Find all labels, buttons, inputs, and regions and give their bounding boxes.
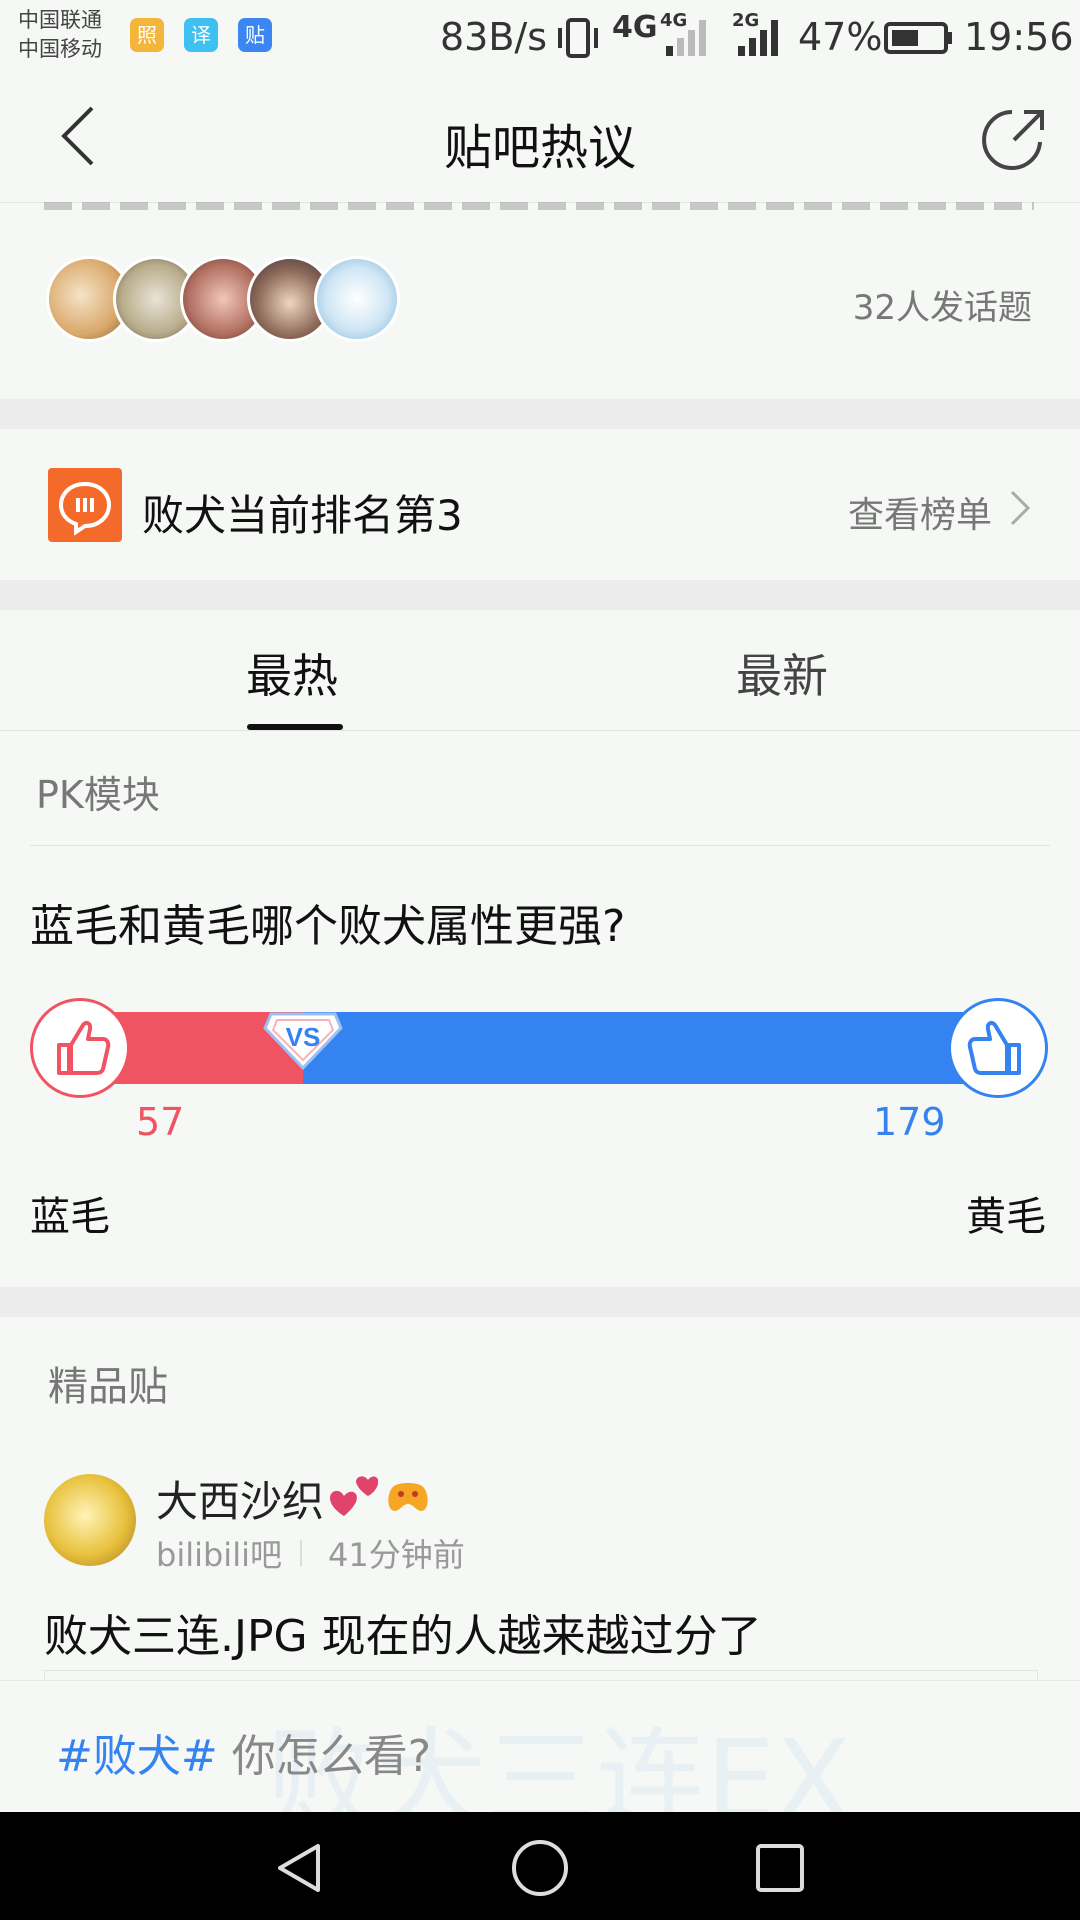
vs-text: VS (286, 1022, 321, 1052)
page-title: 贴吧热议 (443, 120, 636, 176)
battery-icon (884, 22, 952, 54)
rank-chat-icon (48, 468, 122, 542)
pk-question: 蓝毛和黄毛哪个败犬属性更强? (30, 901, 626, 952)
gallery-app-icon: 照 (130, 18, 164, 52)
post-time: 41分钟前 (328, 1536, 465, 1574)
post-title[interactable]: 败犬三连.JPG 现在的人越来越过分了 (44, 1600, 762, 1664)
divider (0, 399, 1080, 429)
pk-section (0, 731, 1080, 1287)
thumbs-up-icon (967, 1020, 1021, 1075)
tieba-app-icon: 贴 (238, 18, 272, 52)
participants-count: 32人发话题 (852, 288, 1032, 328)
vote-right-button[interactable] (948, 998, 1048, 1098)
view-rank-link[interactable]: 查看榜单 (848, 486, 992, 538)
divider (300, 1540, 302, 1566)
featured-section-title: 精品贴 (48, 1364, 168, 1410)
post-author-name[interactable]: 大西沙织 (156, 1468, 324, 1529)
carrier-labels: 中国联通 中国移动 (18, 6, 102, 64)
rank-text: 败犬当前排名第3 (142, 491, 463, 540)
comment-prompt[interactable]: #败犬# 你怎么看? (56, 1720, 431, 1784)
active-tab-indicator (247, 724, 343, 730)
divider (0, 580, 1080, 610)
carrier-1: 中国联通 (18, 8, 102, 32)
net-speed: 83B/s (440, 15, 548, 59)
signal-icon-1 (666, 20, 706, 56)
nav-back-icon[interactable] (270, 1838, 330, 1898)
clock: 19:56 (964, 15, 1074, 59)
right-vote-count: 179 (873, 1100, 946, 1144)
divider (30, 845, 1050, 846)
tab-hottest[interactable]: 最热 (246, 640, 338, 706)
thumbs-up-icon (57, 1020, 111, 1075)
topic-text-cutoff (44, 196, 1034, 210)
pk-right-bar (303, 1012, 1000, 1084)
tab-newest[interactable]: 最新 (736, 640, 828, 706)
translate-app-icon: 译 (184, 18, 218, 52)
vibrate-icon (558, 18, 598, 58)
pk-section-title: PK模块 (36, 773, 160, 817)
4g-indicator-1: 4G (612, 10, 658, 45)
right-option-label: 黄毛 (966, 1194, 1046, 1240)
game-controller-icon (388, 1483, 428, 1511)
carrier-2: 中国移动 (18, 37, 102, 61)
comment-hashtag[interactable]: #败犬# (56, 1731, 218, 1782)
nav-home-icon[interactable] (508, 1836, 572, 1900)
share-icon[interactable] (980, 104, 1050, 174)
left-option-label: 蓝毛 (30, 1194, 110, 1240)
signal-icon-2 (738, 20, 778, 56)
left-vote-count: 57 (136, 1100, 185, 1144)
hearts-icon (330, 1476, 378, 1516)
battery-percent: 47% (798, 15, 883, 59)
tab-bar (0, 610, 1080, 731)
post-forum[interactable]: bilibili吧 (156, 1530, 282, 1576)
divider (0, 1287, 1080, 1317)
avatar[interactable] (314, 256, 400, 342)
vs-badge: VS (263, 1012, 343, 1071)
post-author-avatar[interactable] (44, 1474, 136, 1566)
vote-left-button[interactable] (30, 998, 130, 1098)
nav-recent-apps-icon[interactable] (752, 1840, 808, 1896)
comment-placeholder[interactable]: 你怎么看? (218, 1731, 431, 1782)
chevron-right-icon (1010, 490, 1031, 526)
